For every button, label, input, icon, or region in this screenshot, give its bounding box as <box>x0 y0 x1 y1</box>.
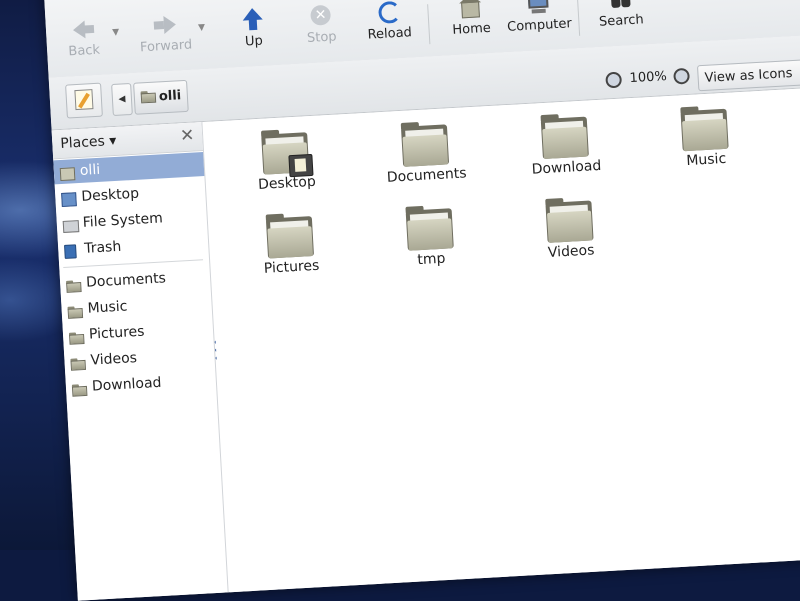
trash-icon <box>64 244 77 259</box>
toolbar-separator <box>427 4 431 45</box>
folder-icon <box>680 106 729 152</box>
folder-icon <box>66 280 82 293</box>
folder-icon <box>545 198 594 243</box>
computer-label: Computer <box>506 16 573 35</box>
back-history-dropdown-icon[interactable]: ▼ <box>112 27 125 38</box>
back-arrow-icon <box>69 17 96 42</box>
view-mode-select[interactable]: View as Icons <box>696 59 800 92</box>
sidebar-item-label: Videos <box>90 350 138 369</box>
sidebar-item-label: File System <box>82 210 164 231</box>
places-label: Places <box>59 133 106 152</box>
folder-item-documents[interactable]: Documents <box>364 121 488 209</box>
home-folder-icon <box>59 167 76 182</box>
sidebar-item-label: Music <box>87 298 128 317</box>
sidebar-item-label: olli <box>79 161 101 179</box>
file-manager-window: Back ▼ Forward ▼ Up ✕ Stop Reload Home C… <box>43 0 800 601</box>
folder-icon <box>405 205 454 251</box>
folder-item-download[interactable]: Download <box>504 114 628 202</box>
zoom-out-button[interactable] <box>605 71 623 93</box>
places-sidebar: Places ▾ ✕ olli Desktop File System Tras… <box>51 122 230 601</box>
zoom-in-icon <box>673 67 690 85</box>
computer-icon <box>525 0 552 17</box>
forward-history-dropdown-icon[interactable]: ▼ <box>198 22 211 33</box>
zoom-level[interactable]: 100% <box>629 69 667 91</box>
folder-item-tmp[interactable]: tmp <box>369 205 493 293</box>
home-button[interactable]: Home <box>435 0 508 54</box>
folder-name: Download <box>531 157 602 178</box>
up-label: Up <box>244 33 264 50</box>
icon-view: Desktop Documents Download Music Picture… <box>203 88 800 601</box>
folder-item-desktop[interactable]: Desktop <box>224 129 348 217</box>
desktop-icon <box>61 192 77 208</box>
edit-location-icon <box>74 89 94 111</box>
folder-item-pictures[interactable]: Pictures <box>229 213 353 301</box>
home-folder-icon <box>141 91 157 104</box>
folder-icon <box>400 121 450 167</box>
reload-icon <box>375 0 402 25</box>
desktop-folder-icon <box>260 129 314 178</box>
forward-button[interactable]: Forward <box>129 11 202 71</box>
stop-button[interactable]: ✕ Stop <box>285 2 358 62</box>
places-dropdown[interactable]: Places ▾ <box>60 133 117 152</box>
reload-button[interactable]: Reload <box>353 0 426 58</box>
folder-name: Documents <box>386 165 468 186</box>
path-scroll-left-button[interactable]: ◀ <box>111 82 133 117</box>
folder-name: Videos <box>547 242 595 261</box>
computer-button[interactable]: Computer <box>503 0 576 50</box>
search-button[interactable]: Search <box>585 0 658 45</box>
close-sidebar-icon[interactable]: ✕ <box>180 126 195 147</box>
folder-icon <box>72 384 88 397</box>
folder-name: Music <box>685 150 727 170</box>
zoom-in-button[interactable] <box>673 67 690 89</box>
drive-icon <box>62 220 80 233</box>
sidebar-item-label: Pictures <box>88 323 145 343</box>
toggle-location-entry-button[interactable] <box>65 82 103 119</box>
home-label: Home <box>452 20 492 38</box>
path-button-home[interactable]: olli <box>133 79 189 115</box>
binoculars-icon <box>607 0 634 12</box>
stop-label: Stop <box>306 29 338 47</box>
chevron-down-icon: ▾ <box>108 132 117 150</box>
folder-icon <box>69 332 85 345</box>
toolbar-separator <box>576 0 581 36</box>
sidebar-item-label: Trash <box>83 238 122 257</box>
folder-icon <box>67 306 83 319</box>
up-button[interactable]: Up <box>217 6 290 66</box>
folder-name: tmp <box>416 250 446 269</box>
chevron-left-icon: ◀ <box>118 94 126 105</box>
folder-name: Pictures <box>263 257 320 277</box>
search-label: Search <box>598 12 645 30</box>
forward-label: Forward <box>139 37 193 56</box>
zoom-out-icon <box>605 71 623 89</box>
sidebar-item-label: Documents <box>85 270 167 291</box>
forward-arrow-icon <box>151 12 178 37</box>
folder-icon <box>70 358 86 371</box>
reload-label: Reload <box>367 25 413 43</box>
folder-name: Desktop <box>257 173 317 194</box>
sidebar-item-label: Download <box>91 374 162 395</box>
back-label: Back <box>68 42 101 60</box>
folder-item-music[interactable]: Music <box>644 106 768 194</box>
path-button-label: olli <box>158 88 182 105</box>
sidebar-item-label: Desktop <box>80 185 140 205</box>
home-icon <box>457 0 484 21</box>
folder-icon <box>265 213 315 259</box>
stop-icon: ✕ <box>307 4 334 29</box>
folder-item-videos[interactable]: Videos <box>508 198 632 285</box>
back-button[interactable]: Back <box>47 16 120 76</box>
folder-icon <box>540 114 589 160</box>
up-arrow-icon <box>239 7 266 32</box>
